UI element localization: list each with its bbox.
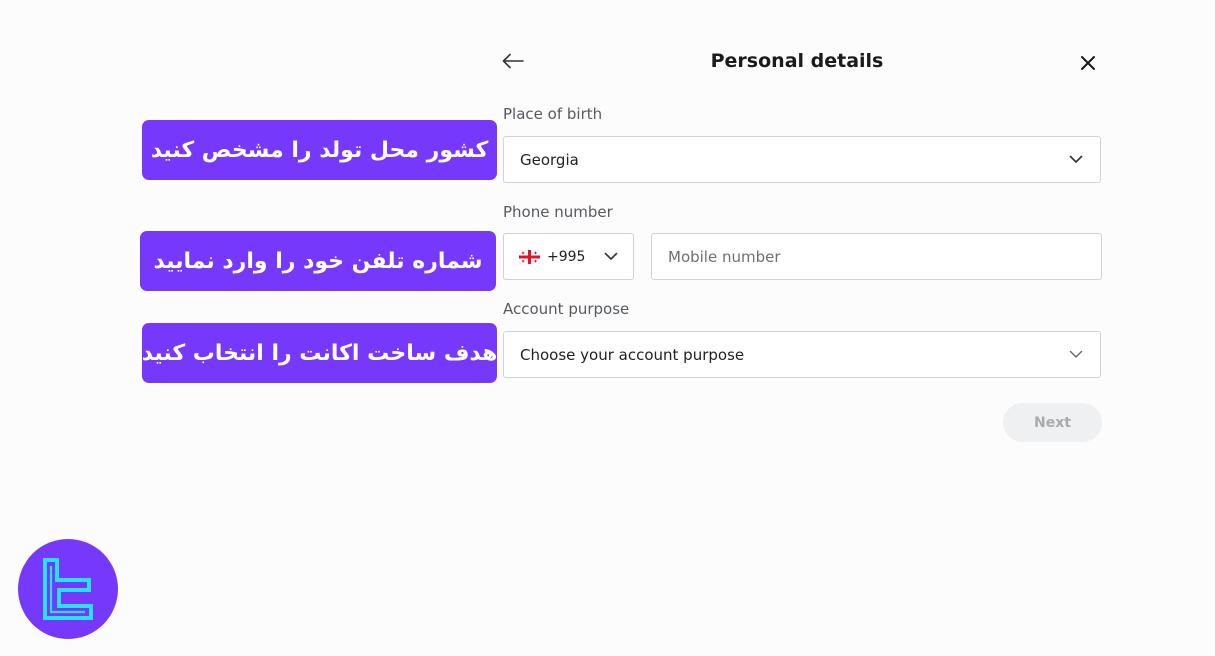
georgia-flag-icon (519, 249, 540, 264)
phone-number-label: Phone number (503, 203, 613, 221)
account-purpose-select[interactable]: Choose your account purpose (503, 331, 1101, 378)
brand-logo-icon (43, 558, 93, 620)
chevron-down-icon (603, 249, 619, 265)
place-of-birth-label: Place of birth (503, 105, 603, 123)
chevron-down-icon (1068, 347, 1084, 363)
arrow-left-icon (502, 53, 524, 69)
mobile-number-input[interactable] (651, 233, 1102, 280)
country-code-select[interactable]: +995 (503, 233, 634, 280)
watermark-logo (18, 539, 118, 639)
page-title: Personal details (710, 50, 884, 72)
close-icon (1081, 56, 1095, 70)
account-purpose-label: Account purpose (503, 300, 630, 318)
chevron-down-icon (1068, 152, 1084, 168)
place-of-birth-value: Georgia (520, 150, 579, 169)
account-purpose-placeholder: Choose your account purpose (520, 345, 745, 364)
close-button[interactable] (1076, 51, 1100, 75)
place-of-birth-select[interactable]: Georgia (503, 136, 1101, 183)
annotation-phone-number: شماره تلفن خود را وارد نمایید (140, 231, 496, 291)
back-button[interactable] (500, 48, 526, 74)
country-code-value: +995 (547, 248, 586, 265)
annotation-account-purpose: هدف ساخت اکانت را انتخاب کنید (142, 323, 497, 383)
next-button[interactable]: Next (1003, 403, 1102, 442)
annotation-place-of-birth: کشور محل تولد را مشخص کنید (142, 120, 497, 180)
